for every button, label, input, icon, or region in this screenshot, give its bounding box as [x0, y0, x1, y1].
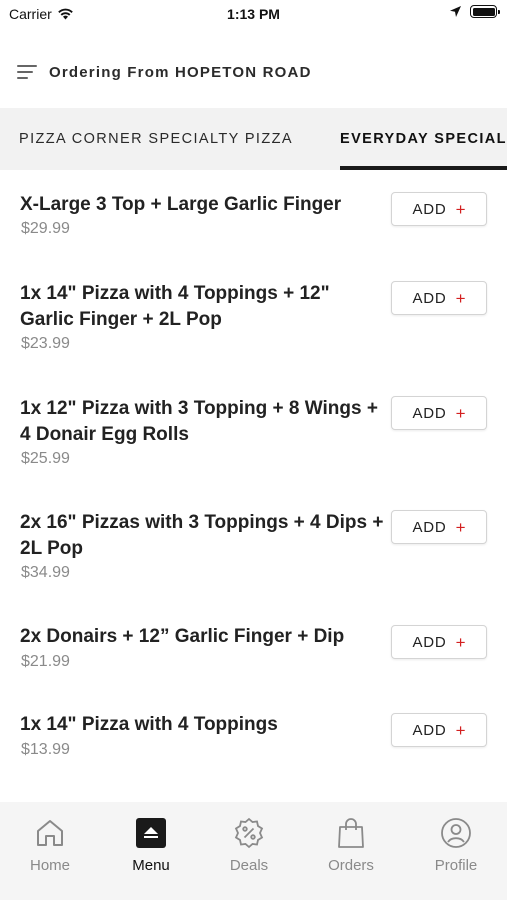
plus-icon: + — [455, 199, 466, 219]
bottom-navigation: Home Menu Deals Orders Profile — [0, 802, 507, 900]
clock: 1:13 PM — [227, 6, 280, 22]
add-button[interactable]: ADD + — [391, 510, 487, 544]
battery-fill — [472, 7, 495, 16]
add-button[interactable]: ADD + — [391, 625, 487, 659]
battery-icon — [470, 5, 500, 18]
active-tab-indicator — [340, 166, 507, 170]
add-label: ADD — [412, 721, 447, 739]
nav-label: Orders — [328, 857, 374, 874]
item-price: $34.99 — [21, 564, 70, 581]
plus-icon: + — [455, 288, 466, 308]
nav-label: Menu — [132, 857, 170, 874]
item-price: $23.99 — [21, 335, 70, 352]
nav-label: Home — [29, 857, 70, 874]
plus-icon: + — [455, 632, 466, 652]
home-icon — [34, 817, 66, 849]
nav-label: Profile — [434, 857, 478, 874]
location-arrow-icon — [450, 6, 461, 17]
nav-menu[interactable]: Menu — [111, 817, 191, 874]
orders-icon — [335, 817, 367, 849]
status-right — [449, 5, 500, 18]
profile-icon — [440, 817, 472, 849]
nav-label: Deals — [229, 857, 269, 874]
header: Ordering From HOPETON ROAD — [0, 48, 507, 96]
add-label: ADD — [412, 404, 447, 422]
item-price: $25.99 — [21, 450, 70, 467]
nav-profile[interactable]: Profile — [416, 817, 496, 874]
add-label: ADD — [412, 200, 447, 218]
item-price: $29.99 — [21, 220, 70, 237]
plus-icon: + — [455, 720, 466, 740]
item-price: $13.99 — [21, 741, 70, 758]
add-button[interactable]: ADD + — [391, 713, 487, 747]
item-name: X-Large 3 Top + Large Garlic Finger — [20, 194, 342, 215]
item-name: 2x Donairs + 12” Garlic Finger + Dip — [20, 626, 345, 647]
item-name: 2x 16" Pizzas with 3 Toppings + 4 Dips +… — [20, 512, 384, 559]
add-label: ADD — [412, 289, 447, 307]
plus-icon: + — [455, 517, 466, 537]
hamburger-menu-icon[interactable] — [17, 65, 39, 79]
header-title[interactable]: Ordering From HOPETON ROAD — [49, 64, 312, 81]
item-name: 1x 12" Pizza with 3 Topping + 8 Wings + … — [20, 398, 378, 445]
add-button[interactable]: ADD + — [391, 281, 487, 315]
tab-pizza-corner-specialty-pizza[interactable]: PIZZA CORNER SPECIALTY PIZZA — [19, 108, 293, 170]
item-name: 1x 14" Pizza with 4 Toppings — [20, 714, 278, 735]
nav-deals[interactable]: Deals — [209, 817, 289, 874]
add-button[interactable]: ADD + — [391, 396, 487, 430]
plus-icon: + — [455, 403, 466, 423]
tab-everyday-specials[interactable]: EVERYDAY SPECIALS — [340, 108, 507, 170]
deals-icon — [233, 817, 265, 849]
add-label: ADD — [412, 633, 447, 651]
nav-home[interactable]: Home — [10, 817, 90, 874]
add-button[interactable]: ADD + — [391, 192, 487, 226]
menu-icon — [135, 817, 167, 849]
status-bar: Carrier 1:13 PM — [0, 0, 507, 30]
nav-orders[interactable]: Orders — [311, 817, 391, 874]
category-tabs: PIZZA CORNER SPECIALTY PIZZA EVERYDAY SP… — [0, 108, 507, 170]
item-price: $21.99 — [21, 653, 70, 670]
add-label: ADD — [412, 518, 447, 536]
item-name: 1x 14" Pizza with 4 Toppings + 12" Garli… — [20, 283, 330, 330]
